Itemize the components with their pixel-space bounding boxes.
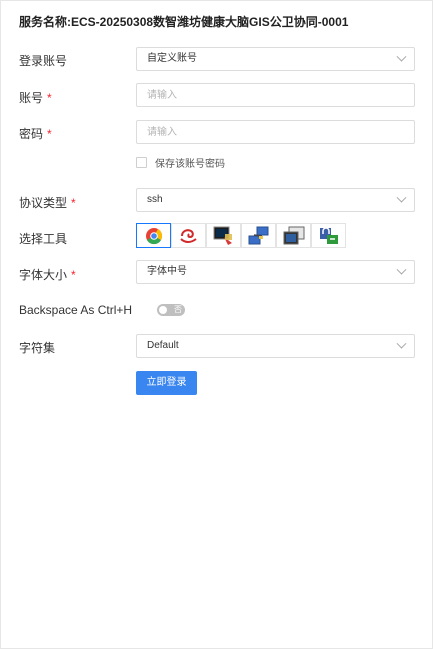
font-size-label-text: 字体大小: [19, 268, 68, 282]
protocol-label: 协议类型 *: [19, 194, 76, 211]
account-label-text: 账号: [19, 91, 44, 105]
toggle-knob: [159, 306, 167, 314]
charset-select[interactable]: Default: [136, 334, 415, 358]
account-label: 账号 *: [19, 89, 52, 106]
login-button[interactable]: 立即登录: [136, 371, 197, 395]
putty-icon: [213, 226, 232, 245]
login-account-label: 登录账号: [19, 52, 67, 69]
backspace-label-text: Backspace As Ctrl+H: [19, 303, 133, 317]
service-title: 服务名称:ECS-20250308数智潍坊健康大脑GIS公卫协同-0001: [19, 13, 348, 30]
tool-xshell[interactable]: [171, 223, 206, 248]
account-input[interactable]: [136, 83, 415, 107]
login-account-select[interactable]: 自定义账号: [136, 47, 415, 71]
tool-picker: [136, 223, 346, 248]
remote-desktop-icon: [283, 226, 304, 244]
protocol-label-text: 协议类型: [19, 196, 68, 210]
tool-label: 选择工具: [19, 230, 67, 247]
chevron-down-icon: [396, 192, 407, 203]
font-size-select[interactable]: 字体中号: [136, 260, 415, 284]
protocol-select[interactable]: ssh: [136, 188, 415, 212]
tool-putty[interactable]: [206, 223, 241, 248]
chevron-down-icon: [396, 51, 407, 62]
charset-label-text: 字符集: [19, 341, 56, 355]
required-mark: *: [47, 127, 52, 141]
password-label-text: 密码: [19, 127, 44, 141]
tool-chrome[interactable]: [136, 223, 171, 248]
required-mark: *: [71, 196, 76, 210]
required-mark: *: [47, 91, 52, 105]
save-password-row[interactable]: 保存该账号密码: [136, 155, 225, 170]
charset-value: Default: [147, 340, 179, 351]
protocol-value: ssh: [147, 194, 163, 205]
chrome-icon: [145, 227, 162, 244]
lock-key-icon: [319, 226, 338, 244]
tool-network[interactable]: [241, 223, 276, 248]
service-title-prefix: 服务名称:: [19, 15, 71, 29]
chevron-down-icon: [396, 338, 407, 349]
backspace-toggle[interactable]: 否: [157, 304, 185, 316]
tool-remote-desktop[interactable]: [276, 223, 311, 248]
toggle-text: 否: [174, 305, 182, 314]
login-account-value: 自定义账号: [147, 53, 197, 64]
chevron-down-icon: [396, 264, 407, 275]
font-size-label: 字体大小 *: [19, 266, 76, 283]
charset-label: 字符集: [19, 339, 55, 356]
password-input[interactable]: [136, 120, 415, 144]
network-transfer-icon: [248, 226, 268, 244]
login-account-label-text: 登录账号: [19, 54, 68, 68]
service-name: ECS-20250308数智潍坊健康大脑GIS公卫协同-0001: [71, 15, 349, 29]
backspace-label: Backspace As Ctrl+H: [19, 303, 132, 317]
login-panel: 服务名称:ECS-20250308数智潍坊健康大脑GIS公卫协同-0001 登录…: [0, 0, 433, 649]
xshell-icon: [179, 228, 197, 243]
save-password-checkbox[interactable]: [136, 156, 147, 168]
required-mark: *: [71, 268, 76, 282]
font-size-value: 字体中号: [147, 266, 187, 277]
tool-label-text: 选择工具: [19, 232, 68, 246]
tool-lock[interactable]: [311, 223, 346, 248]
save-password-label: 保存该账号密码: [155, 158, 225, 170]
password-label: 密码 *: [19, 125, 52, 142]
